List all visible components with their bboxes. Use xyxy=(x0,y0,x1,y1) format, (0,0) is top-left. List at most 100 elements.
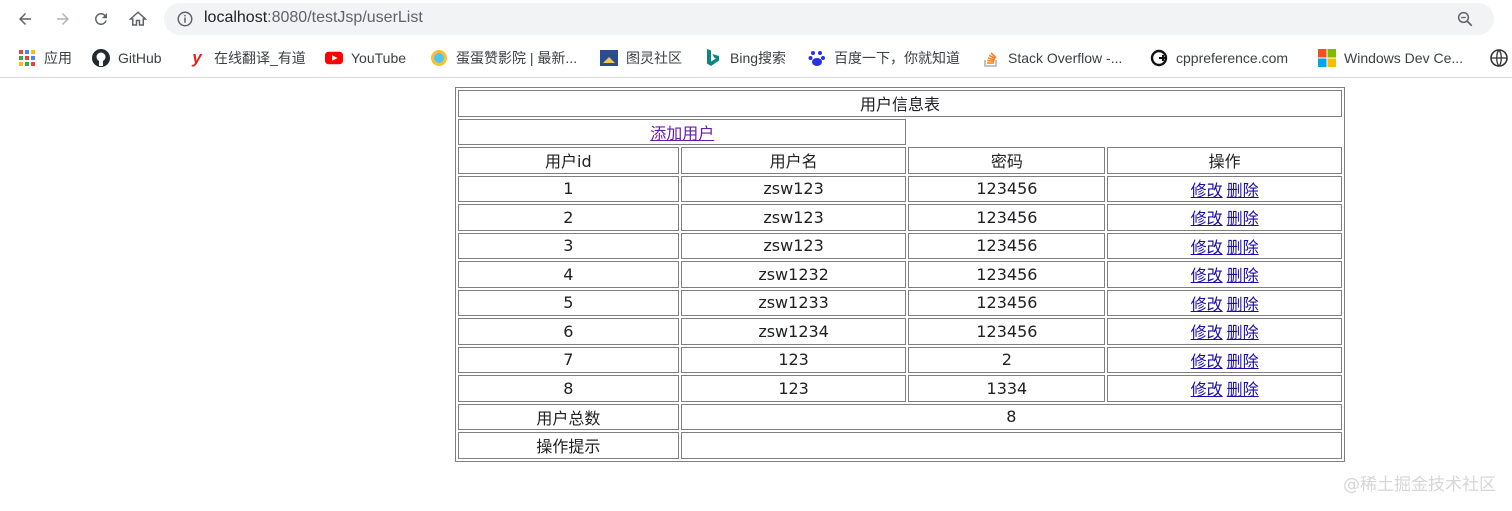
edit-link[interactable]: 修改 xyxy=(1191,181,1223,200)
password-cell: 2 xyxy=(908,346,1106,373)
github-icon xyxy=(92,49,110,67)
edit-link[interactable]: 修改 xyxy=(1191,238,1223,257)
user-id-cell: 6 xyxy=(458,318,679,345)
total-value: 8 xyxy=(680,403,1342,430)
bookmark-turing[interactable]: 图灵社区 xyxy=(600,48,682,68)
delete-link[interactable]: 删除 xyxy=(1227,209,1259,228)
table-row: 6 zsw1234 123456 修改 删除 xyxy=(458,318,1342,345)
bookmark-label: cppreference.com xyxy=(1176,50,1289,66)
bookmark-apps[interactable]: 应用 xyxy=(18,48,72,68)
user-id-cell: 7 xyxy=(458,346,679,373)
user-id-cell: 3 xyxy=(458,232,679,259)
watermark: @稀土掘金技术社区 xyxy=(1343,475,1496,495)
user-id-cell: 1 xyxy=(458,175,679,202)
apps-grid-icon xyxy=(18,49,36,67)
header-user-id: 用户id xyxy=(458,147,679,174)
actions-cell: 修改 删除 xyxy=(1107,232,1342,259)
table-row: 3 zsw123 123456 修改 删除 xyxy=(458,232,1342,259)
header-password: 密码 xyxy=(908,147,1106,174)
edit-link[interactable]: 修改 xyxy=(1191,295,1223,314)
turing-icon xyxy=(600,49,618,67)
bookmark-label: GitHub xyxy=(118,50,162,66)
actions-cell: 修改 删除 xyxy=(1107,375,1342,402)
username-cell: zsw1232 xyxy=(680,261,907,288)
delete-link[interactable]: 删除 xyxy=(1227,380,1259,399)
table-row: 7 123 2 修改 删除 xyxy=(458,346,1342,373)
delete-link[interactable]: 删除 xyxy=(1227,352,1259,371)
bookmark-baidu[interactable]: 百度一下，你就知道 xyxy=(808,48,960,68)
user-id-cell: 2 xyxy=(458,204,679,231)
youdao-icon: y xyxy=(192,48,202,67)
back-button[interactable] xyxy=(10,4,40,34)
bookmark-label: Stack Overflow -... xyxy=(1008,50,1123,66)
url-host: localhost xyxy=(204,9,268,26)
edit-link[interactable]: 修改 xyxy=(1191,380,1223,399)
password-cell: 123456 xyxy=(908,204,1106,231)
bookmark-label: 在线翻译_有道 xyxy=(214,50,306,66)
user-id-cell: 5 xyxy=(458,289,679,316)
bookmark-youtube[interactable]: YouTube xyxy=(325,48,406,68)
header-row: 用户id 用户名 密码 操作 xyxy=(458,147,1342,174)
delete-link[interactable]: 删除 xyxy=(1227,323,1259,342)
bookmark-cppreference[interactable]: cppreference.com xyxy=(1150,48,1288,68)
table-row: 5 zsw1233 123456 修改 删除 xyxy=(458,289,1342,316)
delete-link[interactable]: 删除 xyxy=(1227,266,1259,285)
forward-arrow-icon xyxy=(57,13,69,25)
actions-cell: 修改 删除 xyxy=(1107,175,1342,202)
table-row: 2 zsw123 123456 修改 删除 xyxy=(458,204,1342,231)
edit-link[interactable]: 修改 xyxy=(1191,352,1223,371)
empty-cell xyxy=(908,119,1342,146)
actions-cell: 修改 删除 xyxy=(1107,346,1342,373)
username-cell: zsw123 xyxy=(680,232,907,259)
back-arrow-icon xyxy=(19,13,31,25)
delete-link[interactable]: 删除 xyxy=(1227,295,1259,314)
bookmark-label: Windows Dev Ce... xyxy=(1344,50,1464,66)
info-icon[interactable] xyxy=(176,10,194,28)
table-row: 8 123 1334 修改 删除 xyxy=(458,375,1342,402)
bookmark-label: 应用 xyxy=(44,50,72,66)
edit-link[interactable]: 修改 xyxy=(1191,266,1223,285)
globe-icon xyxy=(1490,49,1508,67)
username-cell: zsw123 xyxy=(680,175,907,202)
windows-icon xyxy=(1318,49,1336,67)
add-user-link[interactable]: 添加用户 xyxy=(650,124,714,143)
zoom-icon[interactable] xyxy=(1456,10,1474,28)
address-bar[interactable]: localhost:8080/testJsp/userList xyxy=(164,3,1494,35)
actions-cell: 修改 删除 xyxy=(1107,289,1342,316)
actions-cell: 修改 删除 xyxy=(1107,261,1342,288)
page-content: 用户信息表 添加用户 用户id 用户名 密码 操作 1 zsw123 123456 修… xyxy=(0,79,1512,511)
stackoverflow-icon xyxy=(982,49,1000,67)
add-user-row: 添加用户 xyxy=(458,118,1342,146)
delete-link[interactable]: 删除 xyxy=(1227,181,1259,200)
user-id-cell: 8 xyxy=(458,375,679,402)
bookmark-stackoverflow[interactable]: Stack Overflow -... xyxy=(982,48,1122,68)
add-user-cell: 添加用户 xyxy=(458,118,907,145)
bookmark-bing[interactable]: Bing搜索 xyxy=(704,48,786,68)
user-info-table: 用户信息表 添加用户 用户id 用户名 密码 操作 1 zsw123 123456 修… xyxy=(455,87,1345,462)
header-username: 用户名 xyxy=(680,147,907,174)
bookmark-more[interactable] xyxy=(1490,48,1512,68)
url-path: :8080/testJsp/userList xyxy=(267,9,423,26)
bookmark-dandanzan[interactable]: 蛋蛋赞影院 | 最新... xyxy=(430,48,577,68)
password-cell: 123456 xyxy=(908,232,1106,259)
bookmark-youdao[interactable]: y 在线翻译_有道 xyxy=(188,48,306,68)
edit-link[interactable]: 修改 xyxy=(1191,209,1223,228)
edit-link[interactable]: 修改 xyxy=(1191,323,1223,342)
username-cell: zsw1234 xyxy=(680,318,907,345)
table-row: 4 zsw1232 123456 修改 删除 xyxy=(458,261,1342,288)
delete-link[interactable]: 删除 xyxy=(1227,238,1259,257)
actions-cell: 修改 删除 xyxy=(1107,204,1342,231)
reload-button[interactable] xyxy=(86,4,116,34)
password-cell: 123456 xyxy=(908,175,1106,202)
forward-button[interactable] xyxy=(48,4,78,34)
hint-row: 操作提示 xyxy=(458,432,1342,459)
bookmark-label: 蛋蛋赞影院 | 最新... xyxy=(456,50,578,66)
bookmark-windows-dev[interactable]: Windows Dev Ce... xyxy=(1318,48,1463,68)
password-cell: 123456 xyxy=(908,289,1106,316)
hint-label: 操作提示 xyxy=(458,432,679,459)
bookmark-label: 百度一下，你就知道 xyxy=(834,50,960,66)
home-button[interactable] xyxy=(123,4,153,34)
hint-value xyxy=(680,432,1342,459)
bookmark-github[interactable]: GitHub xyxy=(92,48,162,68)
username-cell: zsw1233 xyxy=(680,289,907,316)
